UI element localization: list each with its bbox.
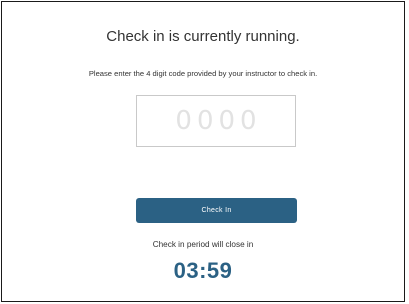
page-title: Check in is currently running. [106,28,300,45]
instruction-text: Please enter the 4 digit code provided b… [88,69,318,78]
checkin-code-input[interactable] [136,95,296,147]
checkin-panel: Check in is currently running. Please en… [1,1,405,302]
countdown-timer: 03:59 [173,258,233,283]
countdown-label: Check in period will close in [152,240,254,249]
check-in-button[interactable]: Check In [136,198,297,223]
